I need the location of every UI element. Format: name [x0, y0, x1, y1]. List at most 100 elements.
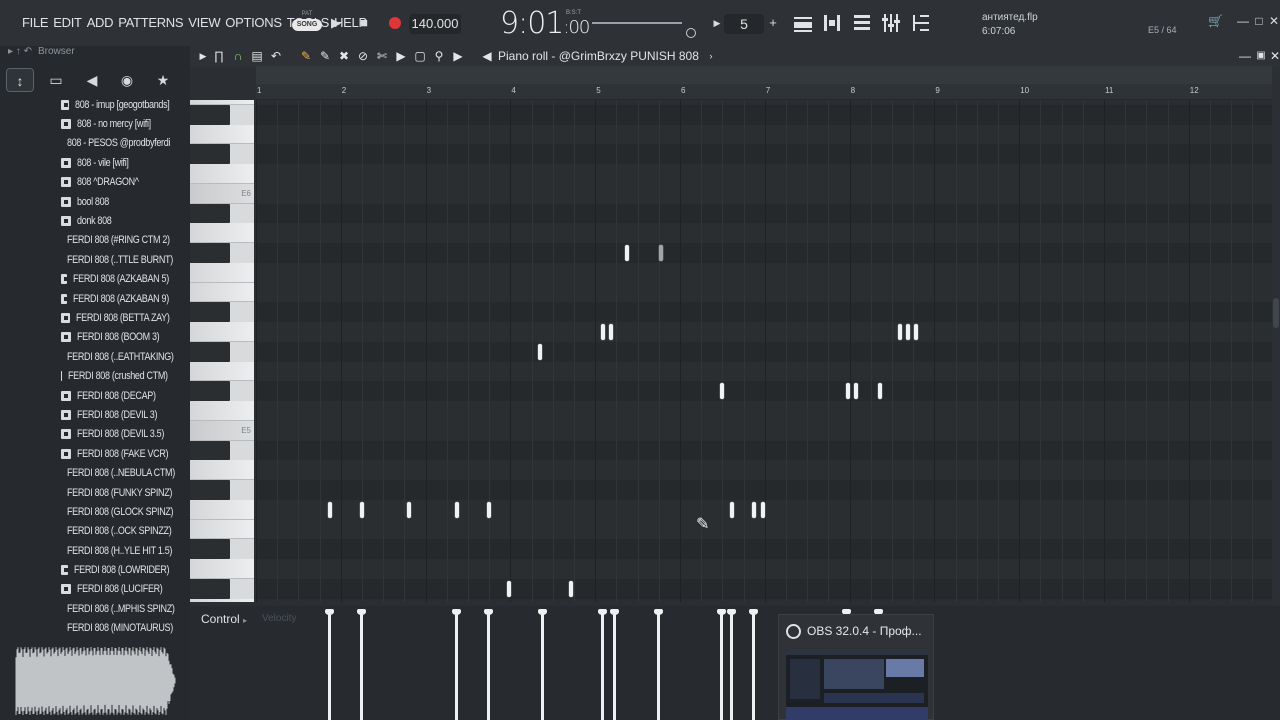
shop-icon[interactable]: 🛒 [1208, 14, 1223, 28]
browser-item[interactable]: FERDI 808 (H..YLE HIT 1.5) [0, 541, 190, 560]
browser-item[interactable]: 808 ^DRAGON^ [0, 173, 190, 192]
plugin-picker-icon[interactable] [910, 12, 932, 34]
browser-item[interactable]: FERDI 808 (FAKE VCR) [0, 444, 190, 463]
black-key[interactable] [190, 578, 230, 599]
white-key[interactable] [190, 223, 254, 243]
control-label[interactable]: Control ▸ [201, 612, 247, 626]
menu-edit[interactable]: EDIT [53, 15, 82, 30]
note-grid[interactable] [256, 100, 1272, 602]
browser-item[interactable]: FERDI 808 (AZKABAN 5) [0, 270, 190, 289]
delete-tool-icon[interactable]: ✖ [337, 49, 351, 63]
midi-note[interactable] [609, 324, 613, 340]
speaker-icon[interactable]: ◀ [78, 68, 106, 92]
close-icon[interactable]: ✕ [1267, 14, 1280, 28]
browser-item[interactable]: FERDI 808 (FUNKY SPINZ) [0, 483, 190, 502]
black-key[interactable] [190, 243, 230, 263]
midi-note[interactable] [625, 245, 629, 261]
browser-item[interactable]: FERDI 808 (..TTLE BURNT) [0, 250, 190, 269]
velocity-bar[interactable] [325, 609, 334, 720]
undo-icon[interactable]: ↶ [269, 49, 283, 63]
add-pattern-icon[interactable]: + [764, 14, 782, 32]
stamp-icon[interactable]: ▤ [250, 49, 264, 63]
velocity-lane[interactable] [256, 606, 1272, 720]
midi-note[interactable] [898, 324, 902, 340]
playlist-icon[interactable] [792, 12, 814, 34]
midi-note[interactable] [720, 383, 724, 400]
target-channel-icon[interactable]: ◀ [480, 49, 494, 63]
black-key[interactable] [190, 539, 230, 559]
midi-note[interactable] [846, 383, 850, 400]
step-sequencer-icon[interactable] [821, 12, 843, 34]
master-volume-slider[interactable] [592, 22, 682, 24]
velocity-bar[interactable] [357, 609, 366, 720]
velocity-bar[interactable] [484, 609, 493, 720]
midi-note[interactable] [601, 324, 605, 340]
browser-item[interactable]: FERDI 808 (AZKABAN 9) [0, 289, 190, 308]
mute-tool-icon[interactable]: ⊘ [356, 49, 370, 63]
record-icon[interactable] [386, 14, 404, 32]
white-key[interactable] [190, 282, 254, 303]
browser-nav-icon[interactable]: ▸ ↑ ↶ [8, 46, 32, 57]
event-strip[interactable] [256, 66, 1272, 84]
magnify-icon[interactable]: ⚲ [432, 49, 446, 63]
browser-item[interactable]: FERDI 808 (GLOCK SPINZ) [0, 502, 190, 521]
black-key[interactable] [190, 381, 230, 401]
browser-item[interactable]: bool 808 [0, 192, 190, 211]
velocity-bar[interactable] [452, 609, 461, 720]
black-key[interactable] [190, 203, 230, 224]
midi-note[interactable] [906, 324, 910, 340]
globe-icon[interactable]: ◉ [113, 68, 141, 92]
piano-roll-close-icon[interactable]: ✕ [1268, 49, 1280, 63]
menu-options[interactable]: OPTIONS [225, 15, 282, 30]
white-key[interactable] [190, 322, 254, 342]
master-pitch-knob[interactable] [686, 28, 696, 38]
zoom-tool-icon[interactable]: ▢ [413, 49, 427, 63]
white-key[interactable] [190, 598, 254, 602]
browser-item[interactable]: FERDI 808 (..OCK SPINZZ) [0, 522, 190, 541]
velocity-bar[interactable] [727, 609, 736, 720]
velocity-bar[interactable] [598, 609, 607, 720]
paint-tool-icon[interactable]: ✎ [318, 49, 332, 63]
black-key[interactable] [190, 144, 230, 164]
menu-view[interactable]: VIEW [188, 15, 220, 30]
stop-icon[interactable]: ■ [355, 14, 373, 32]
menu-file[interactable]: FILE [22, 15, 49, 30]
pat-song-toggle[interactable]: PAT SONG [292, 11, 322, 37]
velocity-bar[interactable] [610, 609, 619, 720]
white-key[interactable] [190, 164, 254, 184]
snap-icon[interactable]: ∩ [231, 49, 245, 63]
white-key[interactable] [190, 559, 254, 579]
browser-item[interactable]: FERDI 808 (#RING CTM 2) [0, 231, 190, 250]
menu-patterns[interactable]: PATTERNS [118, 15, 183, 30]
midi-note[interactable] [455, 501, 459, 518]
browser-item[interactable]: 808 - PESOS @prodbyferdi [0, 134, 190, 153]
white-key[interactable] [190, 519, 254, 540]
midi-note[interactable] [914, 324, 918, 340]
pattern-selector[interactable]: 5 [724, 14, 764, 34]
midi-note[interactable] [328, 501, 332, 518]
browser-item[interactable]: 808 - imup [geogotbands] [0, 95, 190, 114]
all-files-icon[interactable]: ↕ [6, 68, 34, 92]
white-key[interactable] [190, 401, 254, 421]
velocity-bar[interactable] [717, 609, 726, 720]
white-key[interactable] [190, 361, 254, 382]
slice-tool-icon[interactable]: ✄ [375, 49, 389, 63]
midi-note[interactable] [538, 343, 542, 360]
browser-item[interactable]: FERDI 808 (DEVIL 3.5) [0, 425, 190, 444]
white-key[interactable] [190, 262, 254, 283]
scroll-thumb[interactable] [1273, 298, 1279, 328]
browser-item[interactable]: FERDI 808 (..EATHTAKING) [0, 347, 190, 366]
black-key[interactable] [190, 341, 230, 362]
piano-roll-maximize-icon[interactable]: ▣ [1254, 49, 1268, 63]
menu-add[interactable]: ADD [87, 15, 114, 30]
play-icon[interactable]: ▶ [327, 14, 345, 32]
browser-item[interactable]: FERDI 808 (DEVIL 3) [0, 405, 190, 424]
midi-note[interactable] [407, 501, 411, 518]
browser-item[interactable]: FERDI 808 (MINOTAURUS) [0, 619, 190, 638]
channel-rack-icon[interactable] [851, 12, 873, 34]
waveform-preview[interactable] [14, 642, 182, 720]
midi-note[interactable] [730, 501, 734, 518]
midi-note[interactable] [360, 501, 364, 518]
playback-speaker-icon[interactable]: ▶ [451, 49, 465, 63]
browser-item[interactable]: 808 - no mercy [wifi] [0, 114, 190, 133]
